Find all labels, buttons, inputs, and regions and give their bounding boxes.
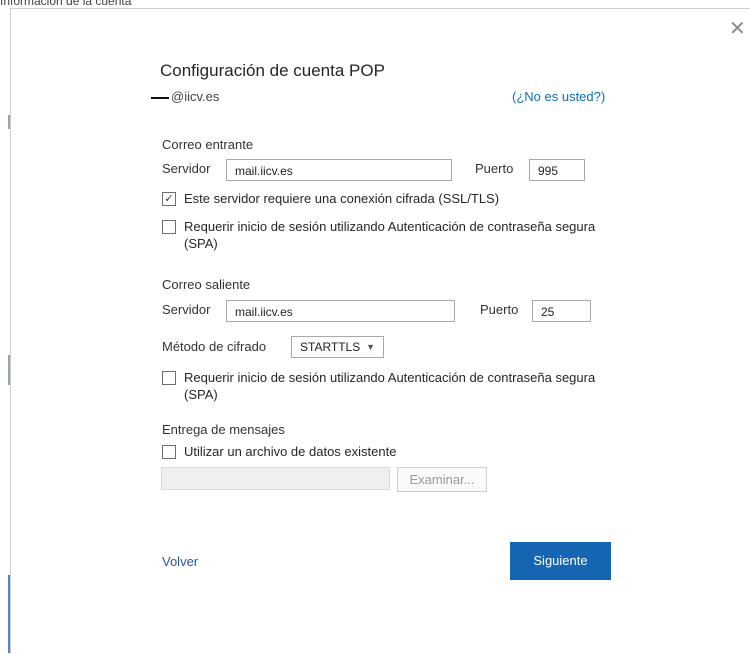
back-link[interactable]: Volver: [162, 554, 198, 569]
outgoing-spa-checkbox[interactable]: [162, 371, 176, 385]
close-icon[interactable]: ✕: [729, 19, 746, 39]
existing-data-file-label: Utilizar un archivo de datos existente: [184, 444, 397, 459]
incoming-ssl-checkbox[interactable]: ✓: [162, 192, 176, 206]
incoming-spa-checkbox[interactable]: [162, 220, 176, 234]
outgoing-port-label: Puerto: [480, 302, 519, 317]
incoming-spa-label: Requerir inicio de sesión utilizando Aut…: [184, 219, 596, 251]
chevron-down-icon: ▼: [366, 342, 375, 352]
outgoing-server-label: Servidor: [162, 302, 211, 317]
outgoing-spa-label: Requerir inicio de sesión utilizando Aut…: [184, 370, 596, 402]
incoming-spa-checkbox-row[interactable]: Requerir inicio de sesión utilizando Aut…: [162, 218, 604, 252]
encryption-method-label: Método de cifrado: [162, 339, 267, 354]
redacted-username: [151, 96, 169, 99]
incoming-mail-heading: Correo entrante: [162, 137, 254, 152]
incoming-port-label: Puerto: [475, 161, 514, 176]
incoming-ssl-label: Este servidor requiere una conexión cifr…: [184, 191, 500, 206]
incoming-server-label: Servidor: [162, 161, 211, 176]
pop-account-settings-dialog: ✕ Configuración de cuenta POP @iicv.es (…: [10, 8, 750, 654]
incoming-server-input[interactable]: mail.iicv.es: [226, 159, 452, 181]
outgoing-port-input[interactable]: 25: [532, 300, 591, 322]
encryption-method-select[interactable]: STARTTLS ▼: [291, 336, 384, 358]
outgoing-mail-heading: Correo saliente: [162, 277, 251, 292]
not-you-link[interactable]: (¿No es usted?): [512, 89, 605, 104]
browse-button: Examinar...: [397, 467, 487, 492]
outgoing-server-input[interactable]: mail.iicv.es: [226, 300, 455, 322]
next-button[interactable]: Siguiente: [510, 542, 611, 580]
existing-data-file-checkbox-row[interactable]: Utilizar un archivo de datos existente: [162, 443, 604, 460]
message-delivery-heading: Entrega de mensajes: [162, 422, 285, 437]
background-title: Información de la cuenta: [0, 0, 132, 8]
incoming-port-input[interactable]: 995: [529, 159, 585, 181]
outgoing-spa-checkbox-row[interactable]: Requerir inicio de sesión utilizando Aut…: [162, 369, 604, 403]
incoming-ssl-checkbox-row[interactable]: ✓ Este servidor requiere una conexión ci…: [162, 190, 604, 207]
data-file-path-input: [161, 467, 390, 490]
existing-data-file-checkbox[interactable]: [162, 445, 176, 459]
encryption-method-value: STARTTLS: [300, 340, 361, 354]
account-email-row: @iicv.es: [151, 89, 219, 104]
account-email: @iicv.es: [171, 89, 220, 104]
dialog-title: Configuración de cuenta POP: [160, 61, 385, 80]
background-window: Información de la cuenta: [0, 0, 131, 653]
